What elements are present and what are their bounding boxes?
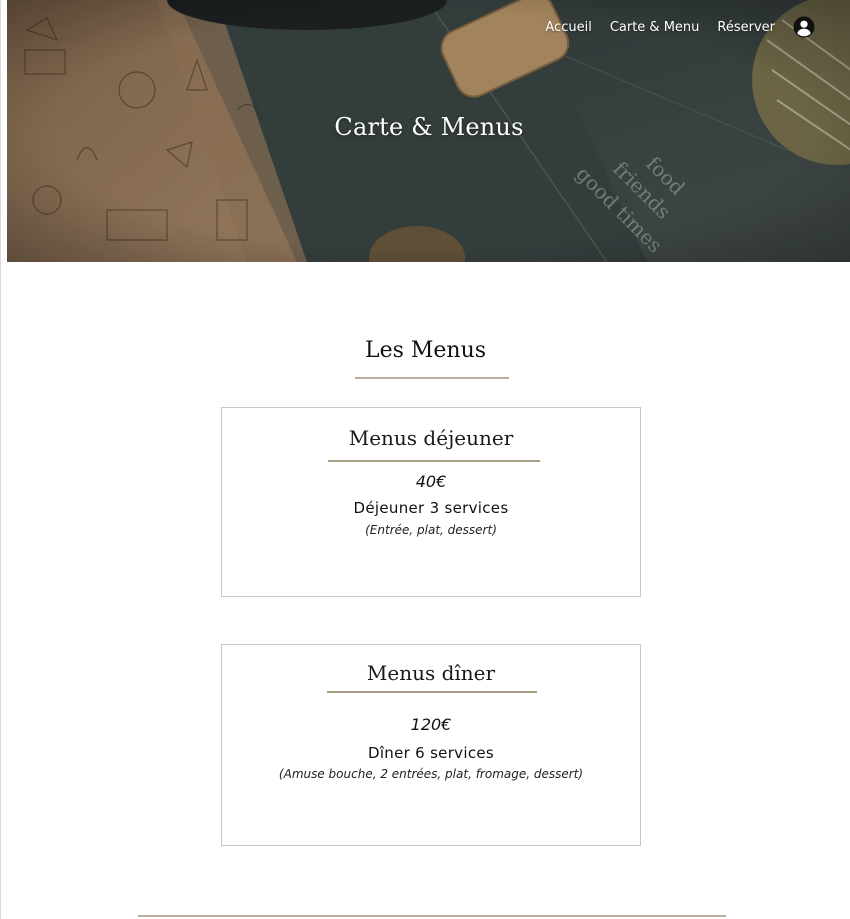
page: food friends good times Carte & Menus Ac…	[0, 0, 850, 919]
top-navigation: Accueil Carte & Menu Réserver	[545, 16, 815, 38]
menu-card-title: Menus dîner	[366, 661, 496, 685]
nav-link-accueil[interactable]: Accueil	[545, 20, 591, 35]
menu-card-title: Menus déjeuner	[348, 426, 514, 450]
menu-name: Dîner 6 services	[367, 744, 495, 762]
menu-description: (Amuse bouche, 2 entrées, plat, fromage,…	[278, 767, 584, 781]
hero-title: Carte & Menus	[334, 113, 524, 141]
section-title: Les Menus	[364, 338, 487, 363]
menu-price: 120€	[410, 715, 452, 734]
section-divider	[355, 377, 509, 379]
hero-banner: food friends good times Carte & Menus Ac…	[7, 0, 850, 262]
menu-card-divider	[328, 460, 540, 462]
menu-card-dinner: Menus dîner 120€ Dîner 6 services (Amuse…	[221, 644, 641, 846]
menu-card-lunch: Menus déjeuner 40€ Déjeuner 3 services (…	[221, 407, 641, 597]
nav-link-reserver[interactable]: Réserver	[717, 20, 775, 35]
menu-description: (Entrée, plat, dessert)	[365, 523, 497, 537]
menu-price: 40€	[415, 472, 447, 491]
menu-name: Déjeuner 3 services	[353, 499, 509, 517]
user-circle-icon[interactable]	[793, 16, 815, 38]
menu-card-divider	[327, 691, 537, 693]
nav-link-carte-menu[interactable]: Carte & Menu	[610, 20, 700, 35]
footer-divider	[138, 915, 726, 917]
